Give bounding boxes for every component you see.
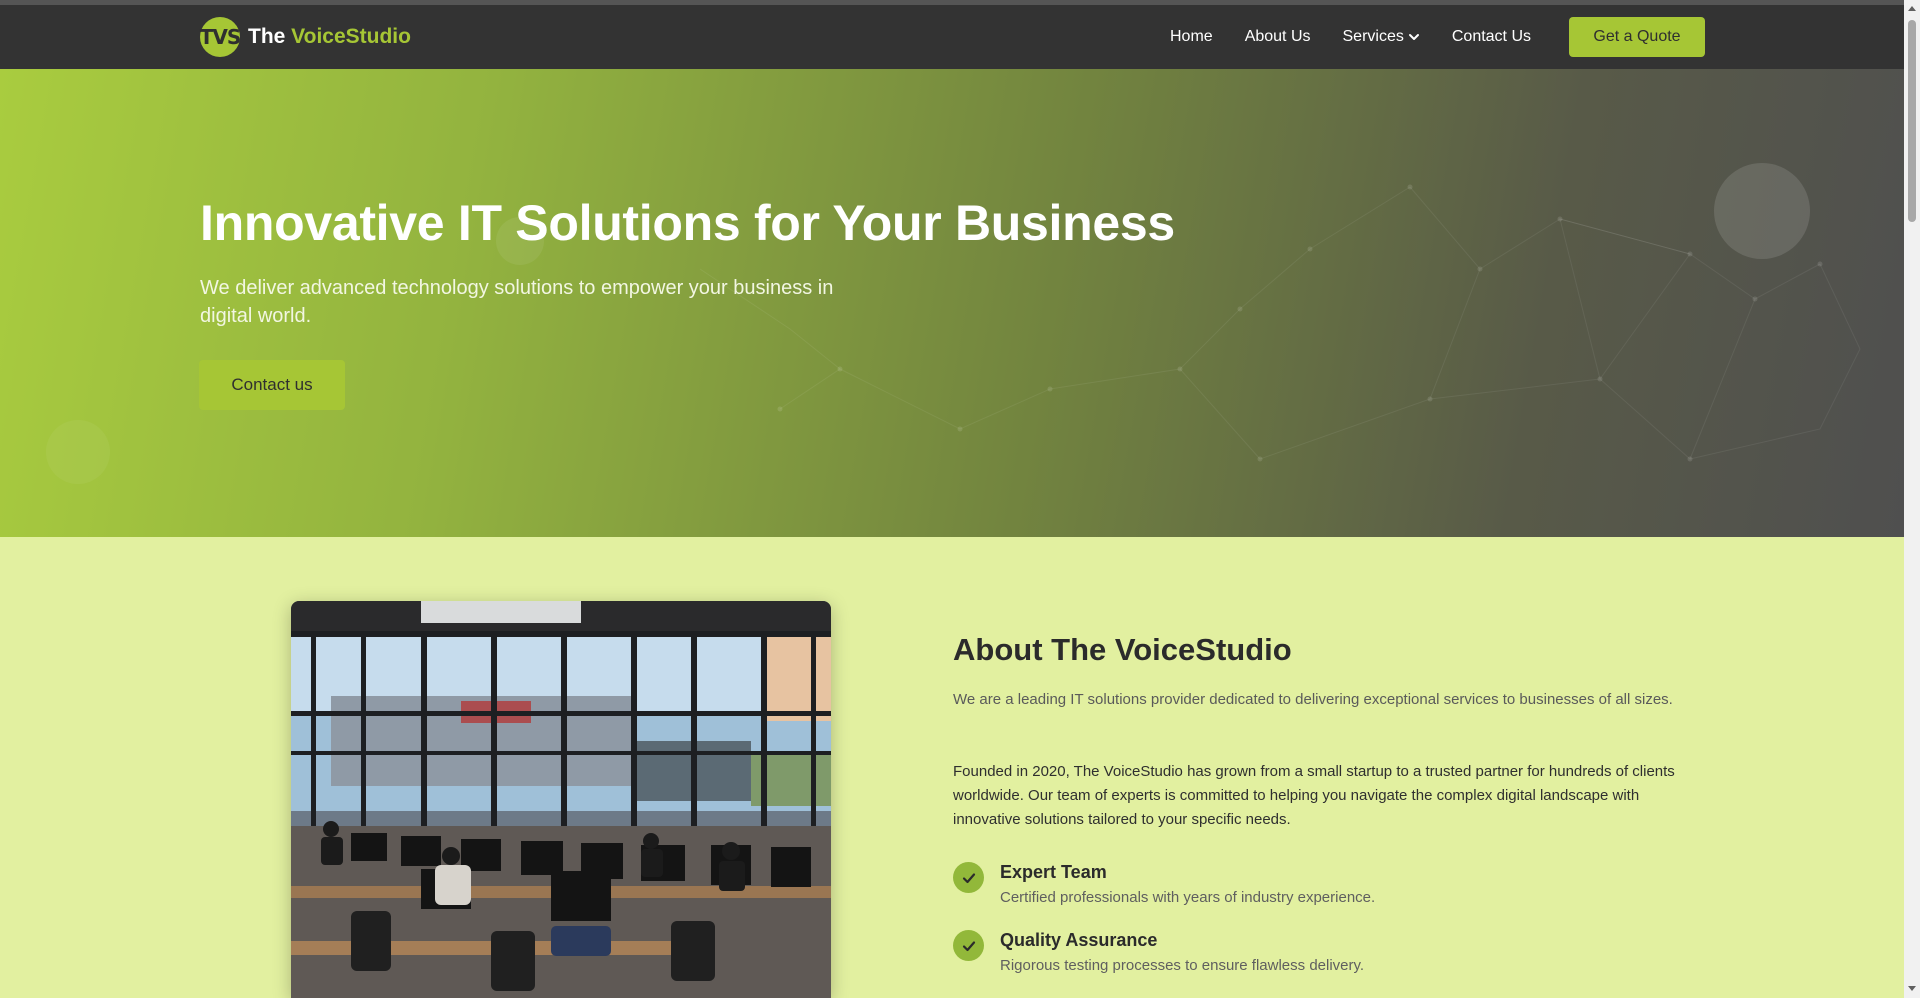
nav-contact-label: Contact Us xyxy=(1451,28,1531,45)
scrollbar-thumb[interactable] xyxy=(1908,20,1916,222)
nav-home[interactable]: Home xyxy=(1170,28,1213,46)
about-intro: We are a leading IT solutions provider d… xyxy=(953,691,1673,708)
check-icon xyxy=(953,930,984,961)
nav-services-dropdown[interactable]: Services xyxy=(1343,28,1420,46)
hero-title: Innovative IT Solutions for Your Busines… xyxy=(200,195,1175,251)
feature-description: Rigorous testing processes to ensure fla… xyxy=(1000,957,1365,974)
hero-section: Innovative IT Solutions for Your Busines… xyxy=(0,69,1904,537)
scroll-down-arrow-icon[interactable] xyxy=(1908,986,1916,991)
nav-about-label: About Us xyxy=(1244,28,1311,45)
check-icon xyxy=(953,862,984,893)
nav-about-us[interactable]: About Us xyxy=(1245,28,1311,46)
office-photo-illustration xyxy=(291,601,831,998)
brand-logo-link[interactable]: TVS The VoiceStudio xyxy=(200,17,411,57)
main-nav: Home About Us Services Contact Us xyxy=(1170,5,1563,69)
contact-us-button[interactable]: Contact us xyxy=(199,360,345,410)
nav-contact-us[interactable]: Contact Us xyxy=(1452,28,1531,46)
about-body: Founded in 2020, The VoiceStudio has gro… xyxy=(953,763,1675,828)
feature-title: Quality Assurance xyxy=(1000,930,1158,950)
office-photo xyxy=(291,601,831,998)
feature-item-quality-assurance: Quality Assurance Rigorous testing proce… xyxy=(953,930,1653,980)
navbar: TVS The VoiceStudio Home About Us Servic… xyxy=(0,5,1904,69)
feature-title: Expert Team xyxy=(1000,862,1107,882)
get-a-quote-button[interactable]: Get a Quote xyxy=(1569,17,1705,57)
about-title: About The VoiceStudio xyxy=(953,632,1292,667)
nav-home-label: Home xyxy=(1170,28,1213,45)
feature-description: Certified professionals with years of in… xyxy=(1000,889,1376,906)
scroll-up-arrow-icon[interactable] xyxy=(1908,6,1916,11)
chevron-down-icon xyxy=(1408,34,1419,40)
feature-item-expert-team: Expert Team Certified professionals with… xyxy=(953,862,1653,912)
brand-name-accent: VoiceStudio xyxy=(291,25,411,48)
brand-name: The VoiceStudio xyxy=(248,25,411,49)
hero-subtitle: We deliver advanced technology solutions… xyxy=(200,277,834,327)
nav-services-label: Services xyxy=(1342,28,1404,45)
brand-logo-icon: TVS xyxy=(200,17,241,57)
brand-name-prefix: The xyxy=(248,25,292,48)
page-scrollbar[interactable] xyxy=(1904,0,1920,998)
